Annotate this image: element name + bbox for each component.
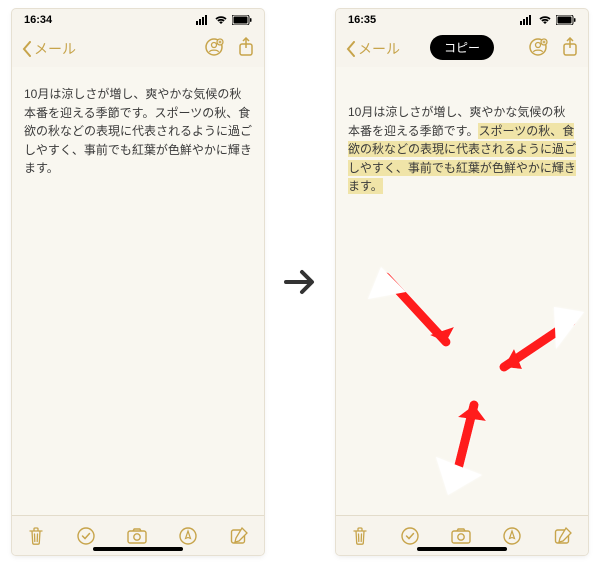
wifi-icon [538, 15, 552, 25]
collaborate-icon[interactable] [528, 37, 548, 62]
trash-icon[interactable] [27, 526, 45, 546]
trash-icon[interactable] [351, 526, 369, 546]
back-button[interactable]: メール [22, 39, 76, 59]
transition-arrow-icon [282, 264, 318, 300]
note-content-area[interactable]: 10月は涼しさが増し、爽やかな気候の秋本番を迎える季節です。スポーツの秋、食欲の… [12, 67, 264, 515]
nav-bar: メール [12, 31, 264, 67]
wifi-icon [214, 15, 228, 25]
status-time: 16:34 [24, 14, 52, 26]
collaborate-icon[interactable] [204, 37, 224, 62]
back-label: メール [34, 39, 76, 59]
home-indicator[interactable] [93, 547, 183, 551]
checklist-icon[interactable] [76, 526, 96, 546]
signal-icon [196, 15, 210, 25]
draw-icon[interactable] [502, 526, 522, 546]
draw-icon[interactable] [178, 526, 198, 546]
signal-icon [520, 15, 534, 25]
compose-icon[interactable] [229, 526, 249, 546]
checklist-icon[interactable] [400, 526, 420, 546]
battery-icon [556, 15, 576, 25]
camera-icon[interactable] [126, 527, 148, 545]
status-time: 16:35 [348, 14, 376, 26]
copy-toast: コピー [430, 35, 494, 60]
chevron-left-icon [346, 41, 356, 57]
back-label: メール [358, 39, 400, 59]
chevron-left-icon [22, 41, 32, 57]
status-bar: 16:35 [336, 9, 588, 31]
note-content-area[interactable]: 10月は涼しさが増し、爽やかな気候の秋本番を迎える季節です。スポーツの秋、食欲の… [336, 67, 588, 515]
note-text[interactable]: 10月は涼しさが増し、爽やかな気候の秋本番を迎える季節です。スポーツの秋、食欲の… [24, 85, 252, 178]
share-icon[interactable] [562, 37, 578, 62]
share-icon[interactable] [238, 37, 254, 62]
home-indicator[interactable] [417, 547, 507, 551]
battery-icon [232, 15, 252, 25]
status-bar: 16:34 [12, 9, 264, 31]
back-button[interactable]: メール [346, 39, 400, 59]
compose-icon[interactable] [553, 526, 573, 546]
phone-screenshot-after: 16:35 メール コピー コピー 調べる ユーザ辞書… 共有… インデント 1… [336, 9, 588, 555]
camera-icon[interactable] [450, 527, 472, 545]
phone-screenshot-before: 16:34 メール 10月は涼しさが増し、爽やかな気候の秋本番を迎える季節です。… [12, 9, 264, 555]
annotation-arrows [336, 257, 588, 537]
